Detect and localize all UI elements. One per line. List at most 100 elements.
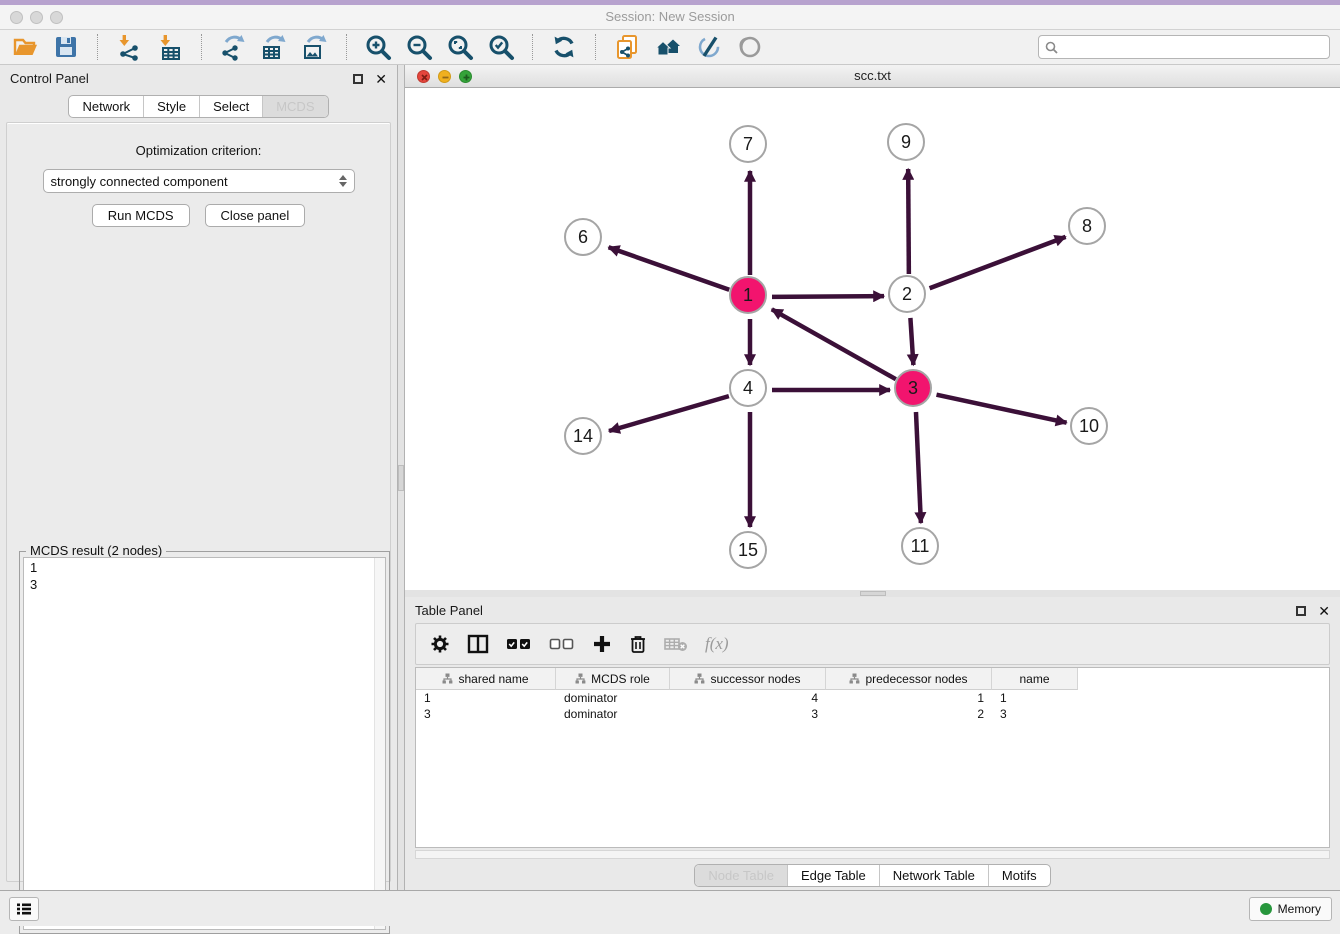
graph-node-1[interactable]: 1 xyxy=(729,276,767,314)
run-mcds-button[interactable]: Run MCDS xyxy=(92,204,190,227)
graph-edge-1-2[interactable] xyxy=(772,296,884,297)
graph-edge-4-14[interactable] xyxy=(609,396,729,431)
table-cell[interactable]: 3 xyxy=(670,706,826,722)
column-header-shared-name[interactable]: shared name xyxy=(416,668,556,690)
export-table-icon[interactable] xyxy=(259,32,289,62)
window-close-button[interactable] xyxy=(10,11,23,24)
table-cell[interactable]: 3 xyxy=(992,706,1078,722)
gear-icon[interactable] xyxy=(430,634,450,654)
vertical-splitter[interactable] xyxy=(397,65,405,890)
zoom-in-icon[interactable] xyxy=(363,32,393,62)
clone-network-icon[interactable] xyxy=(612,32,642,62)
tab-motifs[interactable]: Motifs xyxy=(988,865,1050,886)
table-cell[interactable]: 3 xyxy=(416,706,556,722)
network-window-titlebar[interactable]: scc.txt xyxy=(405,65,1340,88)
column-header-successor-nodes[interactable]: successor nodes xyxy=(670,668,826,690)
result-scrollbar[interactable] xyxy=(374,558,385,929)
graph-edge-3-11[interactable] xyxy=(916,412,921,523)
optimization-criterion-select[interactable]: strongly connected component xyxy=(43,169,355,193)
deselect-all-icon[interactable] xyxy=(549,637,575,651)
tab-network[interactable]: Network xyxy=(69,96,143,117)
search-input[interactable] xyxy=(1063,40,1323,55)
close-panel-button[interactable]: Close panel xyxy=(205,204,306,227)
graph-node-15[interactable]: 15 xyxy=(729,531,767,569)
column-header-name[interactable]: name xyxy=(992,668,1078,690)
network-maximize-button[interactable] xyxy=(459,70,472,83)
window-minimize-button[interactable] xyxy=(30,11,43,24)
tab-node-table[interactable]: Node Table xyxy=(695,865,787,886)
toolbar-separator xyxy=(346,34,347,60)
tab-style[interactable]: Style xyxy=(143,96,199,117)
table-row[interactable]: 1dominator411 xyxy=(416,690,1329,706)
memory-status-icon xyxy=(1260,903,1272,915)
close-panel-icon[interactable]: ✕ xyxy=(375,74,387,84)
control-panel: Control Panel ✕ NetworkStyleSelectMCDS O… xyxy=(0,65,397,890)
zoom-fit-icon[interactable] xyxy=(445,32,475,62)
window-zoom-button[interactable] xyxy=(50,11,63,24)
graph-node-9[interactable]: 9 xyxy=(887,123,925,161)
tab-network-table[interactable]: Network Table xyxy=(879,865,988,886)
delete-icon[interactable] xyxy=(629,634,647,654)
home-icon[interactable] xyxy=(653,32,683,62)
graph-edge-3-1[interactable] xyxy=(772,309,896,379)
table-cell[interactable]: 1 xyxy=(992,690,1078,706)
graph-node-8[interactable]: 8 xyxy=(1068,207,1106,245)
graph-edge-1-6[interactable] xyxy=(609,247,730,289)
column-header-label: shared name xyxy=(458,672,528,686)
table-cell[interactable]: 4 xyxy=(670,690,826,706)
export-network-icon[interactable] xyxy=(218,32,248,62)
mcds-result-text[interactable]: 1 3 xyxy=(23,557,386,930)
tab-mcds[interactable]: MCDS xyxy=(262,96,327,117)
table-cell[interactable]: 2 xyxy=(826,706,992,722)
save-session-icon[interactable] xyxy=(51,32,81,62)
search-box[interactable] xyxy=(1038,35,1330,59)
import-network-icon[interactable] xyxy=(114,32,144,62)
app-titlebar: Session: New Session xyxy=(0,5,1340,30)
float-panel-icon[interactable] xyxy=(1296,606,1306,616)
graph-edge-2-9[interactable] xyxy=(908,169,909,274)
close-panel-icon[interactable]: ✕ xyxy=(1318,606,1330,616)
select-all-icon[interactable] xyxy=(506,637,532,651)
task-history-button[interactable] xyxy=(9,897,39,921)
graph-node-3[interactable]: 3 xyxy=(894,369,932,407)
splitter-grip[interactable] xyxy=(860,591,886,596)
graph-edge-2-8[interactable] xyxy=(930,237,1066,288)
import-table-icon[interactable] xyxy=(155,32,185,62)
cytoscape-swoosh-icon[interactable] xyxy=(694,32,724,62)
splitter-grip[interactable] xyxy=(398,465,404,491)
table-cell[interactable]: 1 xyxy=(416,690,556,706)
table-cell[interactable]: dominator xyxy=(556,706,670,722)
graph-node-6[interactable]: 6 xyxy=(564,218,602,256)
graph-node-7[interactable]: 7 xyxy=(729,125,767,163)
network-minimize-button[interactable] xyxy=(438,70,451,83)
apply-layout-icon[interactable] xyxy=(549,32,579,62)
tab-select[interactable]: Select xyxy=(199,96,262,117)
graph-edge-3-10[interactable] xyxy=(937,395,1067,423)
split-columns-icon[interactable] xyxy=(467,634,489,654)
graph-node-14[interactable]: 14 xyxy=(564,417,602,455)
horizontal-splitter[interactable] xyxy=(405,590,1340,597)
table-cell[interactable]: 1 xyxy=(826,690,992,706)
zoom-out-icon[interactable] xyxy=(404,32,434,62)
add-column-icon[interactable] xyxy=(592,634,612,654)
network-canvas[interactable]: 7 9 6 8 1 2 4 3 14 10 15 11 xyxy=(405,88,1340,590)
table-horizontal-scrollbar[interactable] xyxy=(415,850,1330,859)
column-header-MCDS-role[interactable]: MCDS role xyxy=(556,668,670,690)
graph-node-10[interactable]: 10 xyxy=(1070,407,1108,445)
table-row[interactable]: 3dominator323 xyxy=(416,706,1329,722)
graph-node-4[interactable]: 4 xyxy=(729,369,767,407)
graph-edge-2-3[interactable] xyxy=(910,318,913,365)
open-session-icon[interactable] xyxy=(10,32,40,62)
float-panel-icon[interactable] xyxy=(353,74,363,84)
export-image-icon[interactable] xyxy=(300,32,330,62)
hide-panels-icon[interactable] xyxy=(735,32,765,62)
main-toolbar xyxy=(0,30,1340,65)
graph-node-2[interactable]: 2 xyxy=(888,275,926,313)
memory-button[interactable]: Memory xyxy=(1249,897,1332,921)
zoom-selected-icon[interactable] xyxy=(486,32,516,62)
graph-node-11[interactable]: 11 xyxy=(901,527,939,565)
network-close-button[interactable] xyxy=(417,70,430,83)
column-header-predecessor-nodes[interactable]: predecessor nodes xyxy=(826,668,992,690)
table-cell[interactable]: dominator xyxy=(556,690,670,706)
tab-edge-table[interactable]: Edge Table xyxy=(787,865,879,886)
